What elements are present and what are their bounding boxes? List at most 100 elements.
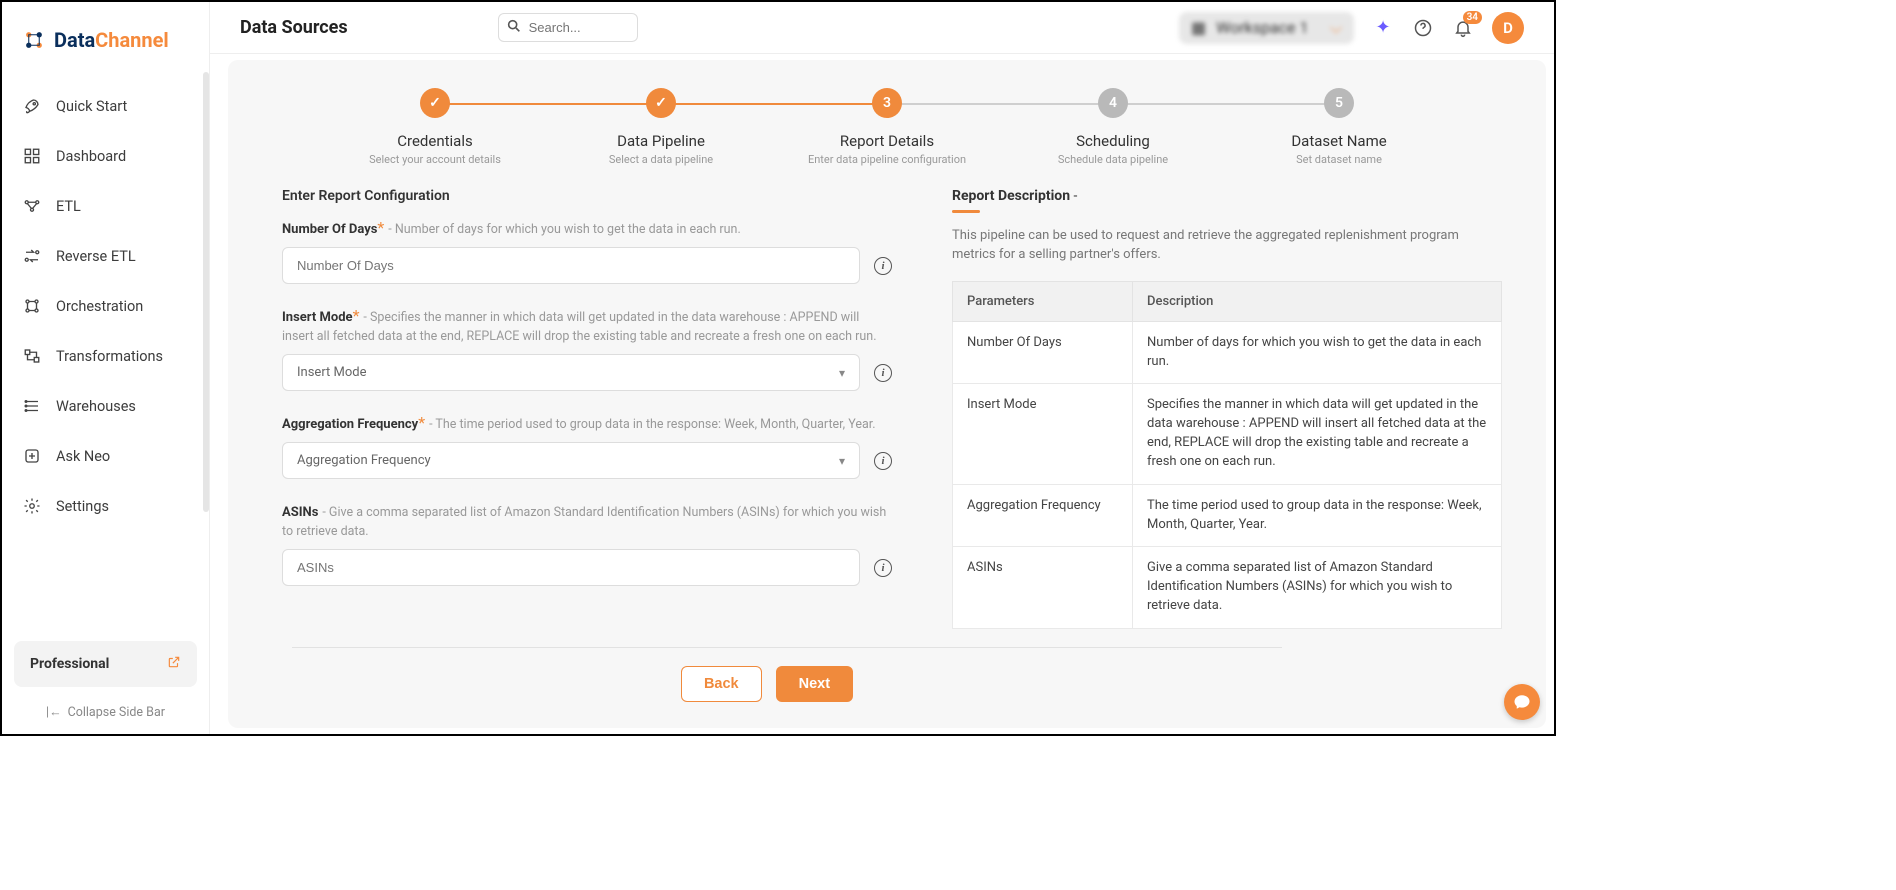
cell-param: ASINs [953, 547, 1133, 629]
cell-param: Insert Mode [953, 384, 1133, 484]
chat-fab[interactable] [1504, 684, 1540, 720]
search-icon [506, 18, 522, 38]
chevron-down-icon: ▾ [839, 366, 845, 380]
info-icon[interactable]: i [874, 257, 892, 275]
required-star: * [353, 306, 360, 325]
workspace-switcher[interactable]: ▦ Workspace 1 ⌵ [1179, 12, 1354, 44]
field-label: Insert Mode [282, 310, 353, 325]
desc-heading: Report Description [952, 188, 1070, 204]
sidebar-item-reverse-etl[interactable]: Reverse ETL [10, 232, 201, 280]
field-label: Aggregation Frequency [282, 417, 418, 432]
aggregation-frequency-select[interactable]: Aggregation Frequency ▾ [282, 442, 860, 479]
table-row: Number Of Days Number of days for which … [953, 321, 1502, 384]
nav-label: Dashboard [56, 148, 126, 165]
nav-label: Warehouses [56, 398, 136, 415]
sidebar-item-settings[interactable]: Settings [10, 482, 201, 530]
step-number: 4 [1098, 88, 1128, 118]
cell-desc: Specifies the manner in which data will … [1133, 384, 1502, 484]
select-placeholder: Insert Mode [297, 365, 367, 380]
table-row: ASINs Give a comma separated list of Ama… [953, 547, 1502, 629]
sidebar-item-quick-start[interactable]: Quick Start [10, 82, 201, 130]
step-subtitle: Schedule data pipeline [1058, 153, 1168, 166]
collapse-label: Collapse Side Bar [68, 705, 165, 720]
brand-text: DataChannel [54, 28, 169, 52]
info-icon[interactable]: i [874, 364, 892, 382]
sidebar-item-transformations[interactable]: Transformations [10, 332, 201, 380]
desc-underline [952, 210, 980, 213]
step-scheduling[interactable]: 4 Scheduling Schedule data pipeline [1000, 88, 1226, 166]
step-dataset-name[interactable]: 5 Dataset Name Set dataset name [1226, 88, 1452, 166]
cell-desc: Number of days for which you wish to get… [1133, 321, 1502, 384]
step-credentials[interactable]: ✓ Credentials Select your account detail… [322, 88, 548, 166]
rocket-icon [22, 96, 42, 116]
select-placeholder: Aggregation Frequency [297, 453, 431, 468]
chevron-down-icon: ⌵ [1330, 18, 1342, 38]
transformations-icon [22, 346, 42, 366]
chevron-down-icon: ▾ [839, 454, 845, 468]
sidebar-item-etl[interactable]: ETL [10, 182, 201, 230]
workspace-icon: ▦ [1191, 18, 1206, 37]
nav-label: Quick Start [56, 98, 127, 115]
report-description-panel: Report Description - This pipeline can b… [952, 188, 1502, 629]
sidebar-item-orchestration[interactable]: Orchestration [10, 282, 201, 330]
field-help: - The time period used to group data in … [429, 417, 875, 432]
next-button[interactable]: Next [776, 666, 853, 702]
sidebar-item-ask-neo[interactable]: Ask Neo [10, 432, 201, 480]
orchestration-icon [22, 296, 42, 316]
step-subtitle: Select your account details [369, 153, 501, 166]
dashboard-icon [22, 146, 42, 166]
desc-text: This pipeline can be used to request and… [952, 227, 1502, 265]
step-connector [435, 103, 661, 105]
number-of-days-input[interactable] [282, 247, 860, 284]
sidebar-item-dashboard[interactable]: Dashboard [10, 132, 201, 180]
sidebar: DataChannel Quick Start Dashboard ETL [2, 2, 210, 734]
step-title: Data Pipeline [617, 132, 705, 150]
step-data-pipeline[interactable]: ✓ Data Pipeline Select a data pipeline [548, 88, 774, 166]
collapse-sidebar-button[interactable]: |← Collapse Side Bar [2, 705, 209, 734]
info-icon[interactable]: i [874, 559, 892, 577]
info-icon[interactable]: i [874, 452, 892, 470]
field-help: - Specifies the manner in which data wil… [282, 310, 877, 344]
sidebar-scrollbar[interactable] [203, 72, 209, 512]
th-description: Description [1133, 281, 1502, 321]
step-subtitle: Enter data pipeline configuration [808, 153, 966, 166]
brand-logo[interactable]: DataChannel [2, 2, 209, 64]
ask-neo-icon [22, 446, 42, 466]
sidebar-item-warehouses[interactable]: Warehouses [10, 382, 201, 430]
field-help: - Number of days for which you wish to g… [388, 222, 740, 237]
cell-param: Number Of Days [953, 321, 1133, 384]
cell-desc: Give a comma separated list of Amazon St… [1133, 547, 1502, 629]
desc-dash: - [1070, 188, 1077, 204]
etl-icon [22, 196, 42, 216]
parameters-table: Parameters Description Number Of Days Nu… [952, 281, 1502, 629]
field-number-of-days: Number Of Days* - Number of days for whi… [282, 218, 892, 284]
help-icon[interactable] [1412, 17, 1434, 39]
header-right: ▦ Workspace 1 ⌵ ✦ 34 D [1179, 12, 1524, 44]
required-star: * [377, 218, 384, 237]
plan-badge[interactable]: Professional [14, 641, 197, 687]
cell-desc: The time period used to group data in th… [1133, 484, 1502, 547]
insert-mode-select[interactable]: Insert Mode ▾ [282, 354, 860, 391]
nav-label: Transformations [56, 348, 163, 365]
asins-input[interactable] [282, 549, 860, 586]
sidebar-nav: Quick Start Dashboard ETL Reverse ETL Or… [2, 64, 209, 641]
collapse-icon: |← [46, 705, 62, 720]
step-title: Dataset Name [1291, 132, 1386, 150]
step-subtitle: Set dataset name [1296, 153, 1382, 166]
cell-param: Aggregation Frequency [953, 484, 1133, 547]
workspace-label: Workspace 1 [1216, 18, 1308, 37]
step-report-details[interactable]: 3 Report Details Enter data pipeline con… [774, 88, 1000, 166]
avatar[interactable]: D [1492, 12, 1524, 44]
step-title: Report Details [840, 132, 934, 150]
notifications-icon[interactable]: 34 [1452, 17, 1474, 39]
required-star: * [418, 413, 425, 432]
field-asins: ASINs - Give a comma separated list of A… [282, 501, 892, 586]
step-number: 3 [872, 88, 902, 118]
table-row: Insert Mode Specifies the manner in whic… [953, 384, 1502, 484]
back-button[interactable]: Back [681, 666, 762, 702]
field-aggregation-frequency: Aggregation Frequency* - The time period… [282, 413, 892, 479]
wizard-stepper: ✓ Credentials Select your account detail… [322, 88, 1452, 166]
step-connector [887, 103, 1113, 105]
report-config-form: Enter Report Configuration Number Of Day… [272, 188, 892, 629]
ai-sparkle-icon[interactable]: ✦ [1372, 17, 1394, 39]
